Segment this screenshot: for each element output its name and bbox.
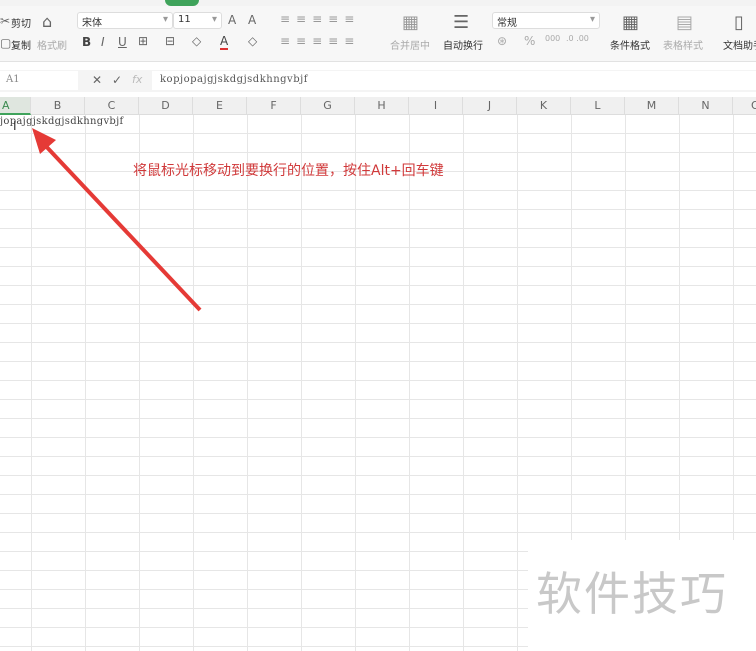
annotation-text: 将鼠标光标移动到要换行的位置，按住Alt+回车键 — [133, 163, 444, 179]
watermark: 软件技巧 — [528, 540, 756, 651]
arrow-head — [32, 128, 56, 154]
